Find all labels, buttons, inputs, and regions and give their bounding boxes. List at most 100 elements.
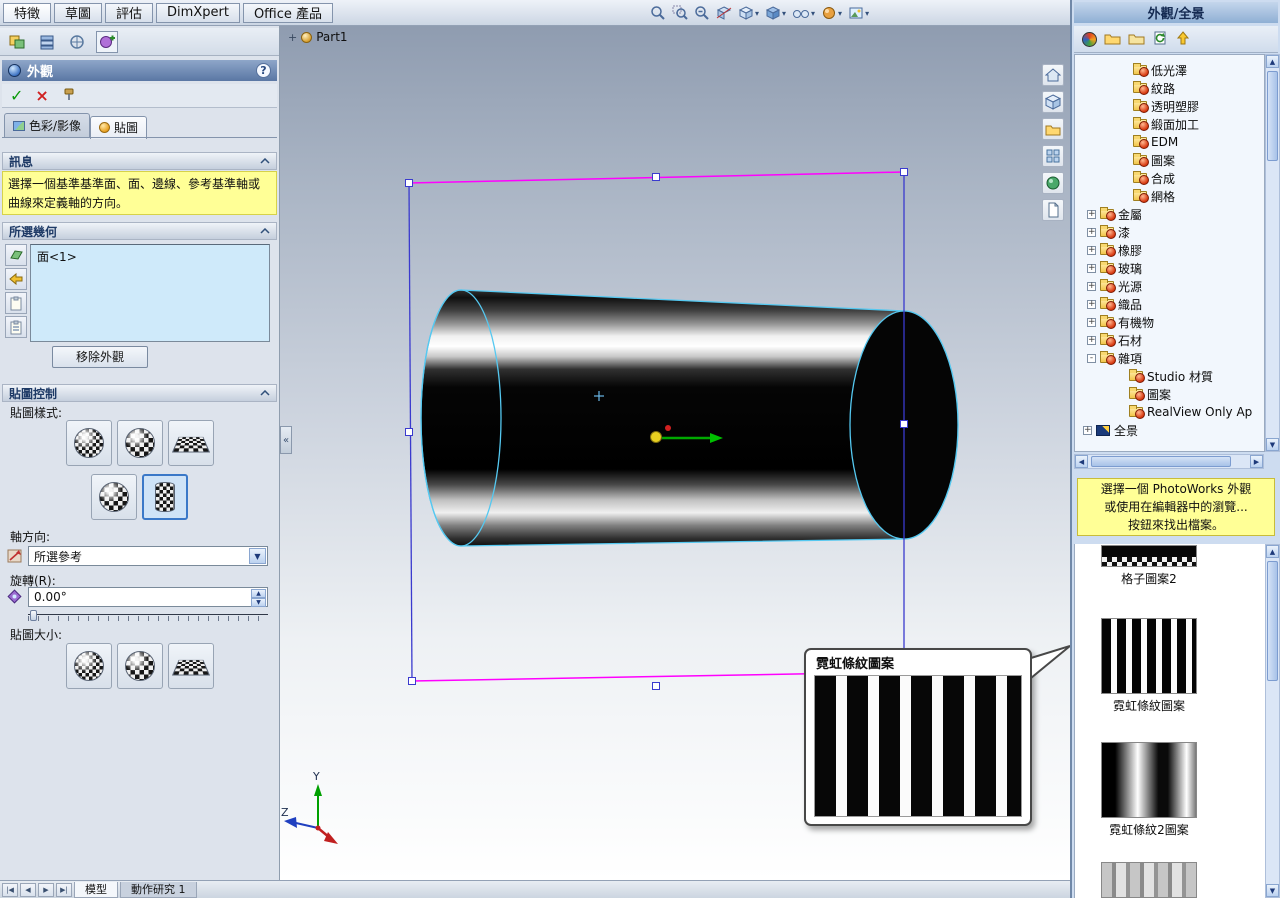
grid-icon[interactable] [1042,145,1064,167]
configurationmanager-tab-icon[interactable] [36,31,58,53]
view-orientation-button[interactable]: ▾ [736,3,761,23]
zoom-fit-button[interactable] [648,3,668,23]
tree-item-lights[interactable]: + 光源 [1075,277,1264,295]
spin-down-icon[interactable]: ▼ [251,598,266,607]
expand-icon[interactable]: + [1087,335,1096,345]
tab-dimxpert[interactable]: DimXpert [156,2,240,23]
tree-item-rubber[interactable]: + 橡膠 [1075,241,1264,259]
appearance-sphere-icon[interactable] [1042,172,1064,194]
tab-sketch[interactable]: 草圖 [54,2,103,23]
graphics-area[interactable]: Y Z + Part1 « 霓虹條紋圖案 [280,26,1070,880]
expand-icon[interactable]: + [1087,209,1096,219]
collapse-icon[interactable]: - [1087,353,1096,363]
select-face-icon[interactable] [5,244,27,266]
panel-collapse-handle[interactable]: « [280,426,292,454]
expand-icon[interactable]: + [1087,263,1096,273]
tab-color-image[interactable]: 色彩/影像 [4,113,91,138]
cylinder-model[interactable] [420,289,959,547]
triad-red-dot[interactable] [665,425,671,431]
thumbnail-grid-pattern[interactable] [1101,545,1197,557]
scroll-down-icon[interactable]: ▼ [1266,884,1279,897]
tree-item-realview-only[interactable]: RealView Only Ap [1075,403,1264,421]
slider-thumb[interactable] [30,610,37,621]
scroll-up-icon[interactable]: ▲ [1266,55,1279,68]
collapse-chevron-icon[interactable] [260,158,270,164]
tree-item-metal[interactable]: + 金屬 [1075,205,1264,223]
mapping-cylindrical-button[interactable] [142,474,188,520]
tab-scroll-last-icon[interactable]: ▶| [56,882,72,897]
tab-office-products[interactable]: Office 產品 [242,2,334,23]
tab-scroll-next-icon[interactable]: ▶ [38,882,54,897]
tab-decal[interactable]: 貼圖 [90,116,148,139]
display-style-button[interactable]: ▾ [763,3,788,23]
tree-item-glass[interactable]: + 玻璃 [1075,259,1264,277]
apply-scene-button[interactable]: ▾ [846,3,871,23]
zoom-inout-button[interactable] [692,3,712,23]
tab-scroll-prev-icon[interactable]: ◀ [20,882,36,897]
document-icon[interactable] [1042,199,1064,221]
scrollbar-thumb[interactable] [1267,71,1278,161]
geometry-group-header[interactable]: 所選幾何 [2,222,277,240]
triad-origin-ball[interactable] [650,431,662,443]
collapse-chevron-icon[interactable] [260,228,270,234]
mapping-planar-button[interactable] [168,420,214,466]
expand-icon[interactable]: + [1087,281,1096,291]
feature-tree-overlay[interactable]: + Part1 [288,30,348,44]
selected-geometry-list[interactable]: 面<1> [30,244,270,342]
decal-group-header[interactable]: 貼圖控制 [2,384,277,402]
tree-item-paint[interactable]: + 漆 [1075,223,1264,241]
tree-item-mesh[interactable]: 網格 [1075,187,1264,205]
expand-icon[interactable]: + [288,31,297,44]
help-button[interactable]: ? [256,63,271,78]
scrollbar-thumb[interactable] [1091,456,1231,467]
featuremanager-tab-icon[interactable] [6,31,28,53]
tree-item-studio-materials[interactable]: Studio 材質 [1075,367,1264,385]
folder-icon[interactable] [1128,31,1145,48]
message-group-header[interactable]: 訊息 [2,152,277,170]
tree-item-pattern2[interactable]: 圖案 [1075,385,1264,403]
thumbnail-grid-pattern-checker[interactable] [1101,557,1197,567]
tree-item-pattern[interactable]: 圖案 [1075,151,1264,169]
tree-hscrollbar[interactable]: ◀ ▶ [1074,454,1264,469]
tree-item-low-gloss[interactable]: 低光澤 [1075,61,1264,79]
propertymanager-tab-icon[interactable] [96,30,118,53]
spin-up-icon[interactable]: ▲ [251,589,266,598]
home-icon[interactable] [1042,64,1064,86]
refresh-document-icon[interactable] [1152,30,1168,49]
tree-item-edm[interactable]: EDM [1075,133,1264,151]
size-fit-button[interactable] [117,643,163,689]
scroll-down-icon[interactable]: ▼ [1266,438,1279,451]
expand-icon[interactable]: + [1087,317,1096,327]
expand-icon[interactable]: + [1087,299,1096,309]
mapping-surface-button[interactable] [91,474,137,520]
selected-face-item[interactable]: 面<1> [37,250,77,264]
tab-features[interactable]: 特徵 [3,2,52,23]
preview-scrollbar[interactable]: ▲ ▼ [1265,544,1280,898]
scroll-left-icon[interactable]: ◀ [1075,455,1088,468]
dropdown-arrow-icon[interactable]: ▼ [249,548,266,564]
ok-button[interactable]: ✓ [10,86,23,105]
upload-arrow-icon[interactable] [1175,30,1191,49]
thumbnail-neon-stripes[interactable] [1101,618,1197,694]
clipboard-icon[interactable] [5,292,27,314]
tree-item-satin[interactable]: 緞面加工 [1075,115,1264,133]
hide-show-button[interactable]: ▾ [790,3,817,23]
collapse-chevron-icon[interactable] [260,390,270,396]
scroll-right-icon[interactable]: ▶ [1250,455,1263,468]
thumbnail-partial[interactable] [1101,862,1197,898]
tab-model[interactable]: 模型 [74,881,118,898]
task-pane-title[interactable]: 外觀/全景 [1074,2,1278,23]
expand-icon[interactable]: + [1087,227,1096,237]
edit-appearance-button[interactable]: ▾ [819,3,844,23]
tree-item-misc[interactable]: - 雜項 [1075,349,1264,367]
tree-item-composite[interactable]: 合成 [1075,169,1264,187]
remove-appearance-button[interactable]: 移除外觀 [52,346,148,368]
pin-button[interactable] [61,86,79,105]
tree-item-clear-plastic[interactable]: 透明塑膠 [1075,97,1264,115]
rotation-spinner[interactable]: 0.00° ▲ ▼ [28,587,268,607]
rotation-slider[interactable] [28,610,268,622]
folder-icon[interactable] [1042,118,1064,140]
tree-scrollbar[interactable]: ▲ ▼ [1265,54,1280,452]
scroll-up-icon[interactable]: ▲ [1266,545,1279,558]
view-cube-icon[interactable] [1042,91,1064,113]
